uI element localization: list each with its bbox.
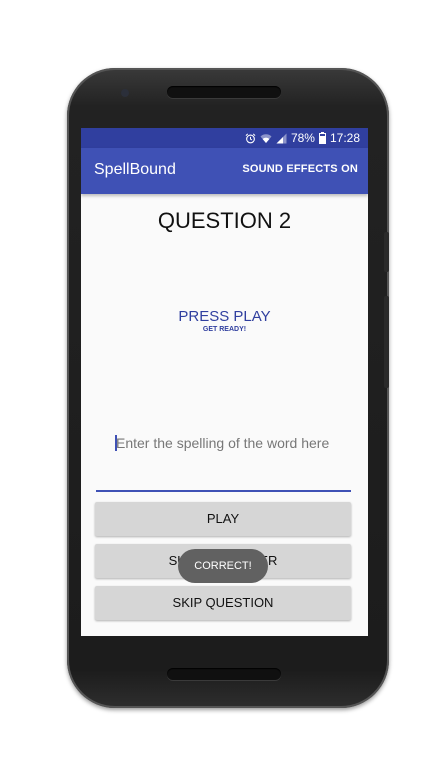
app-bar: SpellBound SOUND EFFECTS ON — [81, 148, 368, 194]
spelling-input-container — [96, 424, 351, 492]
device-frame: 78% 17:28 SpellBound SOUND EFFECTS ON QU… — [0, 0, 448, 768]
signal-icon — [276, 133, 287, 144]
app-screen: 78% 17:28 SpellBound SOUND EFFECTS ON QU… — [81, 128, 368, 636]
question-title: QUESTION 2 — [157, 208, 292, 233]
play-button[interactable]: PLAY — [95, 502, 351, 536]
battery-percent: 78% — [290, 131, 315, 145]
status-time: 17:28 — [329, 131, 360, 145]
bottom-speaker — [167, 668, 281, 680]
get-ready-subtext: GET READY! — [202, 326, 247, 333]
skip-question-button[interactable]: SKIP QUESTION — [95, 586, 351, 620]
front-camera — [121, 89, 129, 97]
sound-effects-toggle[interactable]: SOUND EFFECTS ON — [242, 163, 358, 175]
battery-icon — [318, 132, 326, 144]
press-play-prompt: PRESS PLAY — [178, 308, 271, 325]
wifi-icon — [260, 133, 272, 144]
power-button — [384, 232, 389, 272]
status-bar: 78% 17:28 — [81, 128, 368, 148]
alarm-icon — [245, 133, 256, 144]
correct-toast: CORRECT! — [178, 549, 268, 583]
top-speaker — [167, 86, 281, 98]
spelling-input[interactable] — [96, 430, 351, 456]
volume-rocker — [384, 296, 389, 388]
status-icons: 78% 17:28 — [245, 131, 360, 145]
app-title: SpellBound — [94, 161, 176, 178]
text-cursor — [115, 435, 117, 451]
